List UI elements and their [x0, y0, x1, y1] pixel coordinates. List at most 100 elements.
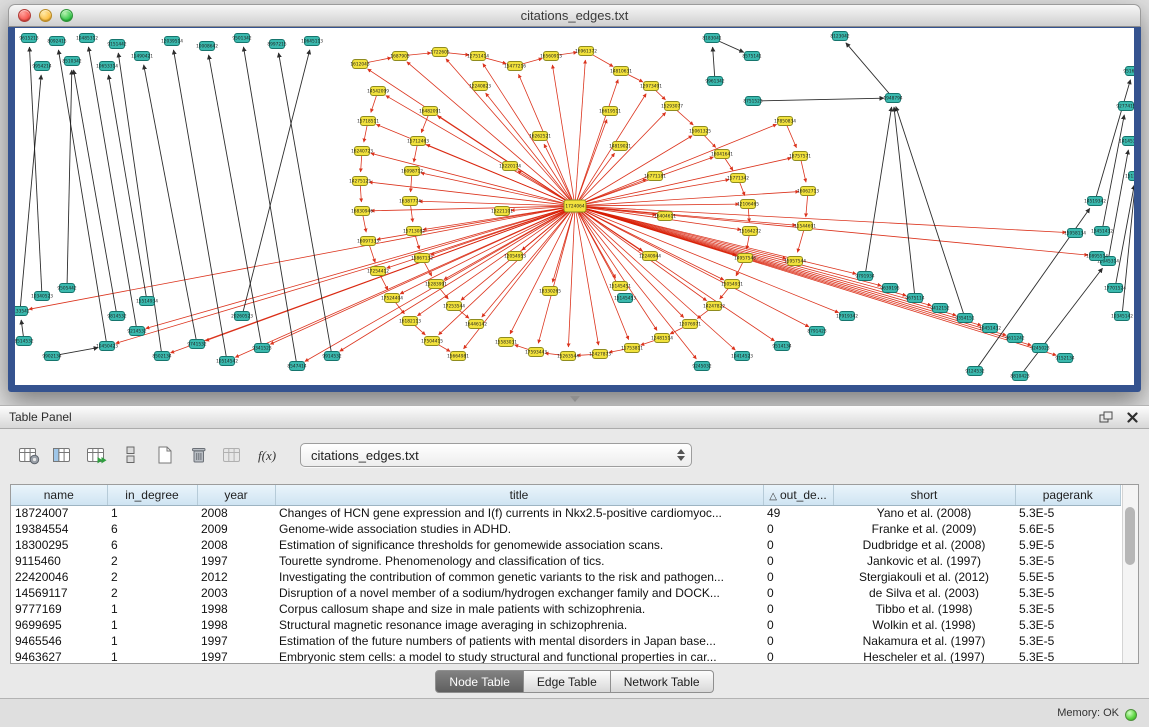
network-node[interactable]: 16097333 [357, 237, 379, 246]
network-edge[interactable] [483, 64, 573, 203]
network-node[interactable]: 9214532 [127, 327, 146, 336]
network-node[interactable]: 16182113 [399, 317, 421, 326]
network-node[interactable]: 9516142 [1123, 67, 1134, 76]
network-edge[interactable] [797, 229, 804, 252]
zoom-window-button[interactable] [60, 9, 73, 22]
table-row[interactable]: 1830029562008Estimation of significance … [11, 537, 1121, 553]
network-node[interactable]: 16404611 [654, 212, 676, 221]
network-edge[interactable] [410, 205, 412, 223]
network-node[interactable]: 16619511 [599, 107, 621, 116]
network-edge[interactable] [757, 98, 884, 101]
network-node[interactable]: 12751414 [467, 52, 489, 61]
network-node[interactable]: 16262521 [529, 132, 551, 141]
network-node[interactable]: 9133541 [15, 307, 30, 316]
network-edge[interactable] [713, 47, 715, 77]
network-node[interactable]: 15145453 [614, 294, 636, 303]
network-node[interactable]: 8123042 [830, 32, 849, 41]
network-node[interactable]: 16446142 [465, 320, 487, 329]
table-settings-icon[interactable] [14, 442, 43, 468]
network-edge[interactable] [1109, 150, 1129, 258]
network-node[interactable]: 8791423 [807, 327, 826, 336]
network-node[interactable]: 10414523 [731, 352, 753, 361]
network-node[interactable]: 15263544 [557, 352, 579, 361]
table-row[interactable]: 911546021997Tourette syndrome. Phenomeno… [11, 553, 1121, 569]
network-node[interactable]: 15514934 [136, 297, 158, 306]
network-node[interactable]: 15061325 [689, 127, 711, 136]
table-import-icon[interactable] [82, 442, 111, 468]
network-node[interactable]: 12481514 [651, 334, 673, 343]
window-titlebar[interactable]: citations_edges.txt [8, 4, 1141, 27]
network-node[interactable]: 18330265 [539, 287, 561, 296]
network-edge[interactable] [74, 70, 117, 313]
network-node[interactable]: 16771181 [644, 172, 666, 181]
delete-table-icon[interactable] [184, 442, 213, 468]
network-node[interactable]: 14819021 [609, 142, 631, 151]
network-node[interactable]: 12973491 [640, 82, 662, 91]
network-edge[interactable] [724, 157, 733, 171]
table-row[interactable]: 1938455462009Genome-wide association stu… [11, 521, 1121, 537]
table-row[interactable]: 977716911998Corpus callosum shape and si… [11, 601, 1121, 617]
network-node[interactable]: 9152134 [1055, 354, 1074, 363]
network-node[interactable]: 16387774 [399, 197, 421, 206]
network-node[interactable]: 9675114 [905, 294, 924, 303]
network-edge[interactable] [67, 70, 72, 284]
tab-node-table[interactable]: Node Table [435, 670, 524, 693]
network-node[interactable]: 8751523 [743, 97, 762, 106]
network-node[interactable]: 11490421 [131, 52, 153, 61]
network-edge[interactable] [56, 348, 99, 356]
network-edge[interactable] [786, 124, 796, 147]
network-node[interactable]: 9412152 [930, 304, 949, 313]
network-node[interactable]: 14957546 [734, 254, 756, 263]
network-edge[interactable] [361, 155, 362, 172]
network-node[interactable]: 9501342 [232, 34, 251, 43]
network-node[interactable]: 8575141 [742, 52, 761, 61]
network-node[interactable]: 13451432 [1091, 227, 1113, 236]
network-edge[interactable] [576, 210, 599, 346]
close-panel-icon[interactable] [1124, 410, 1140, 424]
network-edge[interactable] [146, 207, 572, 329]
network-edge[interactable] [578, 207, 881, 286]
network-edge[interactable] [1122, 185, 1134, 312]
network-node[interactable]: 9914532 [322, 352, 341, 361]
network-node[interactable]: 10514542 [216, 357, 238, 366]
network-node[interactable]: 8810423 [1010, 372, 1029, 381]
network-edge[interactable] [568, 210, 574, 347]
network-edge[interactable] [118, 53, 161, 353]
network-edge[interactable] [806, 195, 808, 217]
network-edge[interactable] [544, 144, 573, 203]
network-edge[interactable] [747, 235, 750, 250]
network-node[interactable]: 14810631 [610, 67, 632, 76]
network-edge[interactable] [371, 94, 377, 112]
table-columns-icon[interactable] [48, 442, 77, 468]
network-node[interactable]: 10340523 [31, 292, 53, 301]
network-edge[interactable] [419, 201, 571, 206]
network-node[interactable]: 15867132 [411, 254, 433, 263]
network-node[interactable]: 8514532 [15, 337, 34, 346]
network-edge[interactable] [518, 171, 572, 204]
network-node[interactable]: 10485312 [76, 34, 98, 43]
network-view[interactable]: 1724064161204316879051722605127514141547… [15, 28, 1134, 385]
table-row[interactable]: 969969511998Structural magnetic resonanc… [11, 617, 1121, 633]
network-node[interactable]: 9514134 [772, 342, 791, 351]
network-node[interactable]: 8092415 [47, 37, 66, 46]
network-node[interactable]: 17919342 [836, 312, 858, 321]
table-row[interactable]: 1872400712008Changes of HCN gene express… [11, 505, 1121, 521]
network-node[interactable]: 1687905 [390, 52, 409, 61]
network-node[interactable]: 8183041 [702, 34, 721, 43]
network-edge[interactable] [279, 53, 332, 353]
network-edge[interactable] [360, 185, 361, 202]
column-header-out_de[interactable]: △out_de... [763, 485, 833, 505]
network-node[interactable]: 15293077 [661, 102, 683, 111]
table-scrollbar-thumb[interactable] [1125, 507, 1135, 565]
network-edge[interactable] [866, 107, 892, 273]
network-node[interactable]: 17254412 [367, 267, 389, 276]
network-node[interactable]: 17593443 [525, 348, 547, 357]
network-edge[interactable] [801, 160, 806, 183]
network-edge[interactable] [414, 145, 418, 163]
network-edge[interactable] [579, 180, 730, 206]
network-edge[interactable] [748, 208, 749, 222]
network-node[interactable]: 16041641 [711, 150, 733, 159]
network-node[interactable]: 12240944 [639, 252, 661, 261]
network-node[interactable]: 15164272 [739, 227, 761, 236]
network-node[interactable]: 9151442 [107, 40, 126, 49]
